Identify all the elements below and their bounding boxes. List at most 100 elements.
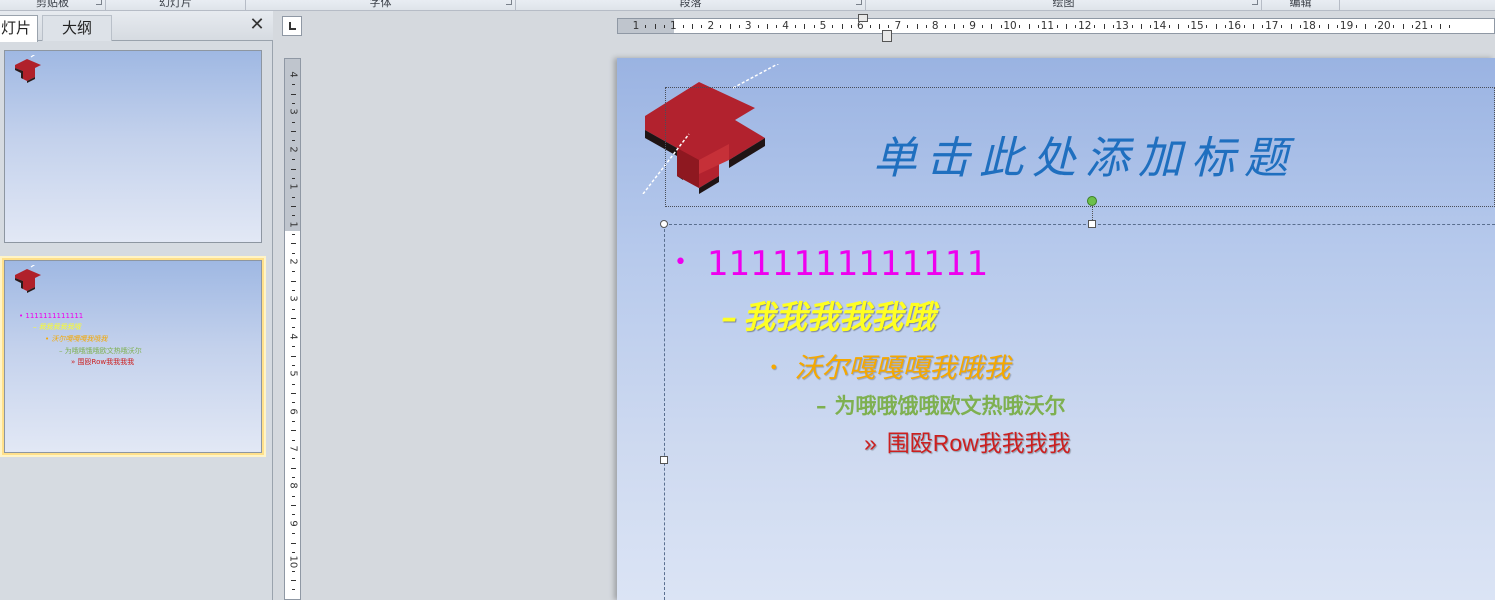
ruler-number: 9 <box>969 20 976 32</box>
ruler-tick <box>1393 25 1395 28</box>
ruler-tick <box>1402 24 1404 29</box>
resize-handle-top-left[interactable] <box>660 220 668 228</box>
ruler-tick <box>292 514 295 516</box>
rotation-handle[interactable] <box>1087 196 1097 206</box>
dialog-launcher-icon[interactable] <box>856 0 862 5</box>
dialog-launcher-icon[interactable] <box>1252 0 1258 5</box>
ruler-number: 13 <box>1115 20 1129 32</box>
ruler-number: 7 <box>287 445 299 452</box>
ribbon-group-labels: 剪贴板 幻灯片 字体 段落 绘图 编辑 <box>0 0 1495 11</box>
ruler-tick <box>1112 25 1114 28</box>
ruler-tick <box>292 570 295 572</box>
ruler-tick <box>776 25 778 28</box>
ruler-tick <box>813 25 815 28</box>
ruler-tick <box>1140 24 1142 29</box>
bullet-level-3[interactable]: • 沃尔嘎嘎嘎我哦我 <box>769 346 1010 385</box>
dialog-launcher-icon[interactable] <box>506 0 512 5</box>
ruler-tick <box>291 243 296 245</box>
slide-title[interactable]: 单击此处添加标题 <box>873 122 1297 186</box>
ruler-tick <box>701 25 703 28</box>
ruler-tick <box>292 84 295 86</box>
tab-stop-selector[interactable] <box>282 16 302 36</box>
ruler-tick <box>291 131 296 133</box>
resize-handle-left[interactable] <box>660 456 668 464</box>
bullet-level-1[interactable]: • 1111111111111 <box>674 244 988 284</box>
ruler-number: 14 <box>1152 20 1167 32</box>
ruler-number: 17 <box>1265 20 1279 32</box>
ruler-tick <box>291 430 296 432</box>
bullet-level-5[interactable]: » 围殴Row我我我我 <box>864 424 1071 458</box>
ruler-tick <box>1318 25 1320 28</box>
ruler-tick <box>1094 25 1096 28</box>
ruler-number: 2 <box>287 146 299 153</box>
bullet-chevron-icon: » <box>864 430 877 456</box>
ruler-tick <box>292 589 295 591</box>
thumb-line: – 我我我我我哦 <box>33 323 81 331</box>
ribbon-group-editing: 编辑 <box>1262 0 1340 10</box>
ruler-tick <box>292 383 295 385</box>
resize-handle-top[interactable] <box>1088 220 1096 228</box>
ruler-number: 3 <box>744 20 752 32</box>
ruler-tick <box>1150 25 1152 28</box>
ruler-tick <box>292 121 295 123</box>
ruler-number: 1 <box>670 20 677 32</box>
red-t-logo-icon <box>15 55 41 83</box>
ruler-tick <box>1019 25 1021 28</box>
ruler-number: 19 <box>1339 20 1354 32</box>
bullet-dot-icon: • <box>769 358 779 377</box>
ruler-tick <box>291 505 296 507</box>
thumb-line: – 为哦哦饿哦欧文热哦沃尔 <box>59 347 142 355</box>
close-icon[interactable]: ✕ <box>247 15 267 35</box>
horizontal-ruler[interactable]: 1 1 2 3 4 5 6 7 8 9 10 11 12 13 14 15 16 17 18 19 20 21 <box>617 18 1495 34</box>
ruler-tick <box>292 215 295 217</box>
ribbon-group-label: 剪贴板 <box>36 0 69 9</box>
ruler-tick <box>291 280 296 282</box>
bullet-level-4[interactable]: – 为哦哦饿哦欧文热哦沃尔 <box>816 390 1066 420</box>
ribbon-group-slides: 幻灯片 <box>106 0 246 10</box>
left-indent-marker[interactable] <box>882 30 892 42</box>
slide-thumbnail-1[interactable] <box>4 50 262 243</box>
ruler-tick <box>682 25 684 28</box>
tab-slides[interactable]: 灯片 <box>0 15 39 42</box>
ruler-tick <box>292 495 295 497</box>
ruler-tick <box>291 168 296 170</box>
ruler-tick <box>654 24 656 29</box>
bullet-level-2[interactable]: – 我我我我我哦 <box>721 292 935 338</box>
bullet-text: 我我我我我哦 <box>743 298 936 336</box>
ruler-tick <box>832 25 834 28</box>
first-line-indent-marker[interactable] <box>858 14 868 22</box>
thumb-line-text: 为哦哦饿哦欧文热哦沃尔 <box>64 347 142 355</box>
ruler-number: 2 <box>287 258 299 265</box>
ruler-tick <box>1281 25 1283 28</box>
ruler-tick <box>1290 24 1292 29</box>
ruler-tick <box>729 24 731 29</box>
dialog-launcher-icon[interactable] <box>96 0 102 5</box>
ruler-tick <box>879 24 881 29</box>
ruler-tick <box>804 24 806 29</box>
slide-thumbnail-2[interactable]: • 1111111111111 – 我我我我我哦 • 沃尔嘎嘎嘎我哦我 – 为哦… <box>4 260 262 453</box>
ruler-tick <box>1440 24 1442 29</box>
ruler-tick <box>291 542 296 544</box>
slides-pane: 灯片 大纲 ✕ • 1111111111111 – 我我我我我哦 • 沃尔嘎嘎嘎… <box>0 11 273 600</box>
ruler-tick <box>292 327 295 329</box>
ruler-number: 18 <box>1302 20 1316 32</box>
ruler-tick <box>991 24 993 29</box>
ruler-tick <box>292 103 295 105</box>
ruler-tick <box>1337 25 1339 28</box>
ruler-number: 16 <box>1227 20 1242 32</box>
ruler-tick <box>292 420 295 422</box>
vertical-ruler[interactable]: 4 3 2 1 1 2 3 4 5 6 7 8 9 10 <box>284 58 301 600</box>
ruler-tick <box>291 467 296 469</box>
ruler-tick <box>1253 24 1255 29</box>
tab-label: 灯片 <box>1 19 32 37</box>
bullet-text: 为哦哦饿哦欧文热哦沃尔 <box>834 393 1066 418</box>
ruler-tick <box>1449 25 1451 28</box>
left-tab-icon <box>289 22 296 30</box>
ruler-number: 6 <box>287 407 299 415</box>
bullet-dash-icon: – <box>816 393 827 418</box>
ruler-tick <box>645 25 647 28</box>
tab-label: 大纲 <box>61 19 92 37</box>
tab-outline[interactable]: 大纲 <box>42 15 112 41</box>
slide-canvas[interactable]: 单击此处添加标题 • 1111111111111 – 我我我我我哦 • 沃尔嘎嘎嘎我哦… <box>617 58 1495 600</box>
ruler-tick <box>1103 24 1105 29</box>
